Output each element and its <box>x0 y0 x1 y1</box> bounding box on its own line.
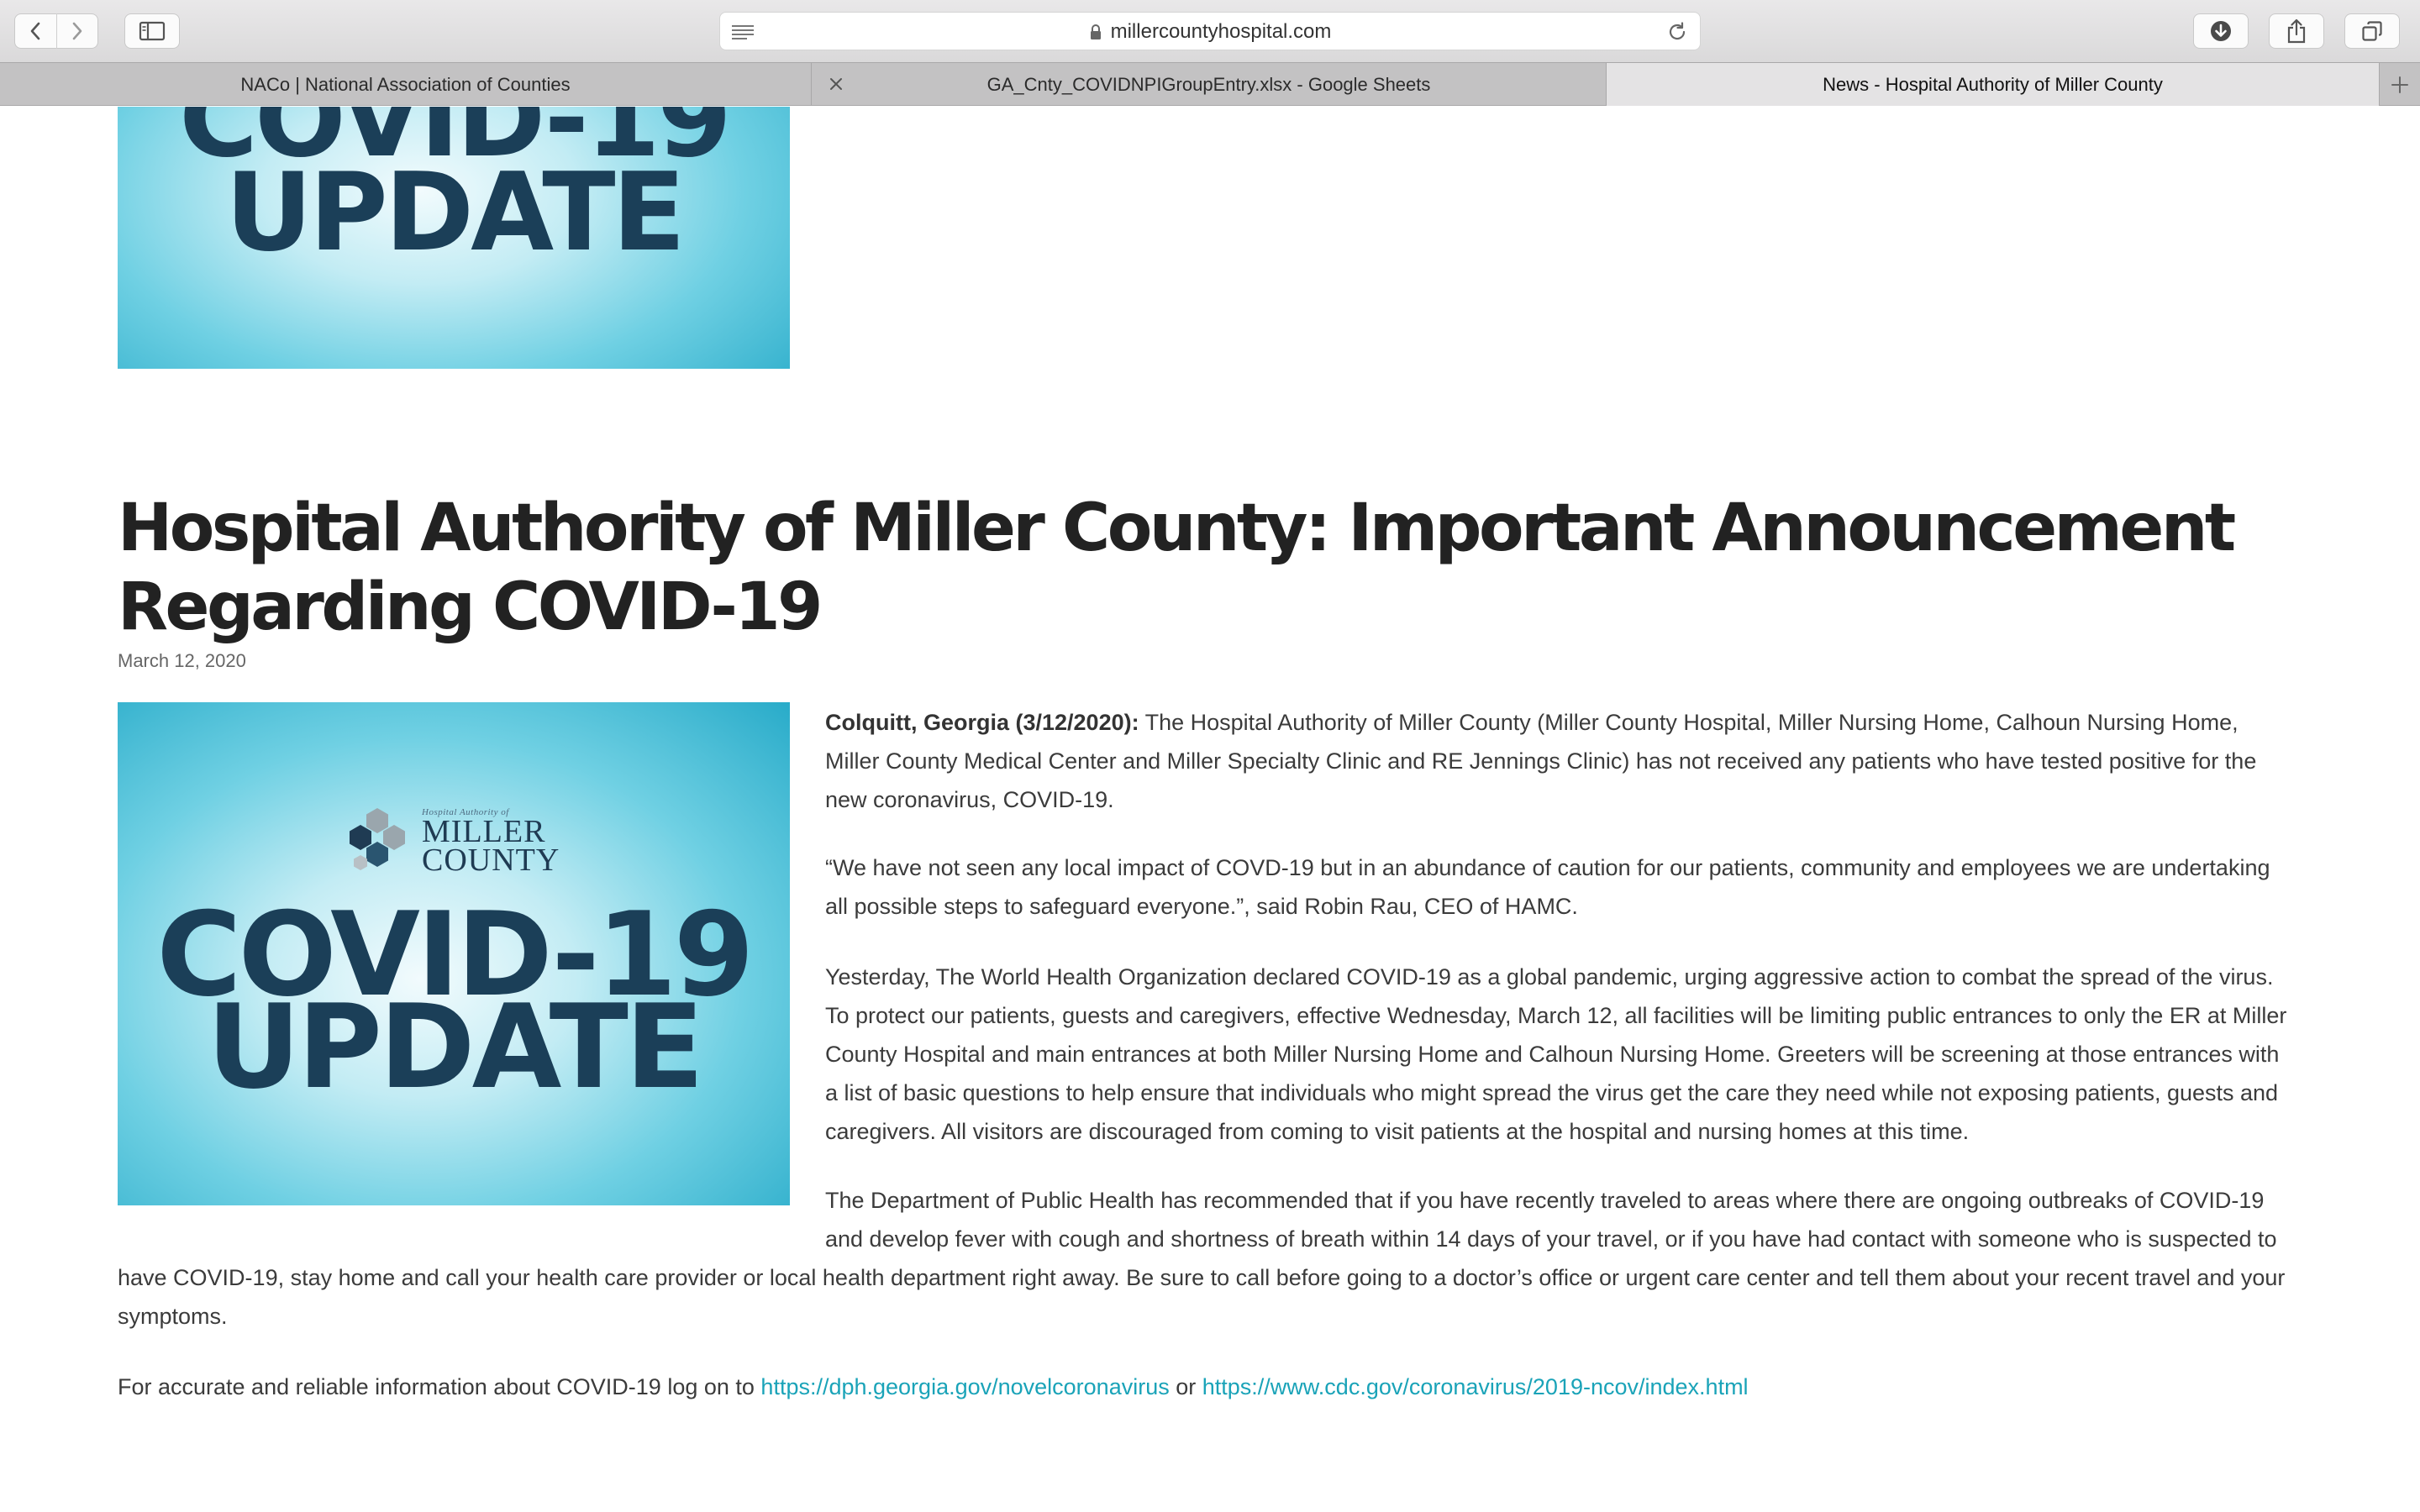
article-paragraph-4-end: have COVID-19, stay home and call your h… <box>118 1265 2286 1329</box>
article-paragraph-5: For accurate and reliable information ab… <box>118 1368 2296 1406</box>
logo-text: Hospital Authority of MILLER COUNTY <box>422 807 560 878</box>
hexagon-cluster-icon <box>350 808 405 870</box>
forward-button[interactable] <box>56 13 97 49</box>
article-paragraph-1: Colquitt, Georgia (3/12/2020): The Hospi… <box>825 703 2296 819</box>
tabs-icon <box>2362 21 2382 41</box>
covid-update-image: Hospital Authority of MILLER COUNTY COVI… <box>118 702 790 1205</box>
tab-label: News - Hospital Authority of Miller Coun… <box>1823 73 2163 95</box>
downloads-button[interactable] <box>2193 13 2249 49</box>
browser-toolbar: millercountyhospital.com <box>0 0 2420 62</box>
tab-label: NACo | National Association of Counties <box>240 73 571 95</box>
covid-update-image-previous[interactable]: COVID-19 UPDATE <box>118 107 790 369</box>
reload-icon[interactable] <box>1666 21 1688 43</box>
dateline: Colquitt, Georgia (3/12/2020): <box>825 710 1139 735</box>
tab-miller-county-news[interactable]: News - Hospital Authority of Miller Coun… <box>1607 63 2380 106</box>
article-title[interactable]: Hospital Authority of Miller County: Imp… <box>118 489 2302 647</box>
download-icon <box>2211 21 2231 41</box>
tab-google-sheets[interactable]: GA_Cnty_COVIDNPIGroupEntry.xlsx - Google… <box>812 63 1607 106</box>
nav-button-group <box>14 13 98 49</box>
logo-county-text: COUNTY <box>422 842 560 878</box>
tab-naco[interactable]: NACo | National Association of Counties <box>0 63 812 106</box>
paragraph-text: or <box>1169 1374 1202 1399</box>
close-icon[interactable] <box>827 75 845 93</box>
tab-overview-button[interactable] <box>2344 13 2400 49</box>
page-content: COVID-19 UPDATE Hospital Authority of Mi… <box>0 107 2420 1512</box>
sidebar-button[interactable] <box>124 13 180 49</box>
article-date: March 12, 2020 <box>118 650 246 671</box>
chevron-left-icon <box>30 22 40 40</box>
new-tab-button[interactable] <box>2380 63 2420 106</box>
share-icon <box>2287 18 2306 44</box>
url-display[interactable]: millercountyhospital.com <box>720 13 1700 51</box>
logo-miller-text: MILLER <box>422 813 546 849</box>
dph-georgia-link[interactable]: https://dph.georgia.gov/novelcoronavirus <box>760 1374 1169 1399</box>
image-text-update: UPDATE <box>225 150 686 276</box>
url-text: millercountyhospital.com <box>1110 20 1332 43</box>
lock-icon <box>1090 24 1101 39</box>
plus-icon <box>2391 76 2408 93</box>
paragraph-text: For accurate and reliable information ab… <box>118 1374 761 1399</box>
article-paragraph-2: “We have not seen any local impact of CO… <box>825 855 2270 919</box>
miller-county-logo: Hospital Authority of MILLER COUNTY <box>339 806 560 877</box>
image-text-update: UPDATE <box>206 979 704 1115</box>
article-paragraph-3: Yesterday, The World Health Organization… <box>825 964 2287 1144</box>
address-bar[interactable]: millercountyhospital.com <box>719 12 1701 50</box>
article-paragraph-4-start: The Department of Public Health has reco… <box>825 1188 2277 1252</box>
tab-label: GA_Cnty_COVIDNPIGroupEntry.xlsx - Google… <box>986 73 1431 95</box>
tab-strip: NACo | National Association of Counties … <box>0 62 2420 106</box>
cdc-link[interactable]: https://www.cdc.gov/coronavirus/2019-nco… <box>1202 1374 1749 1399</box>
sidebar-icon <box>139 21 166 41</box>
share-button[interactable] <box>2269 13 2324 49</box>
chevron-right-icon <box>72 22 82 40</box>
back-button[interactable] <box>15 13 56 49</box>
